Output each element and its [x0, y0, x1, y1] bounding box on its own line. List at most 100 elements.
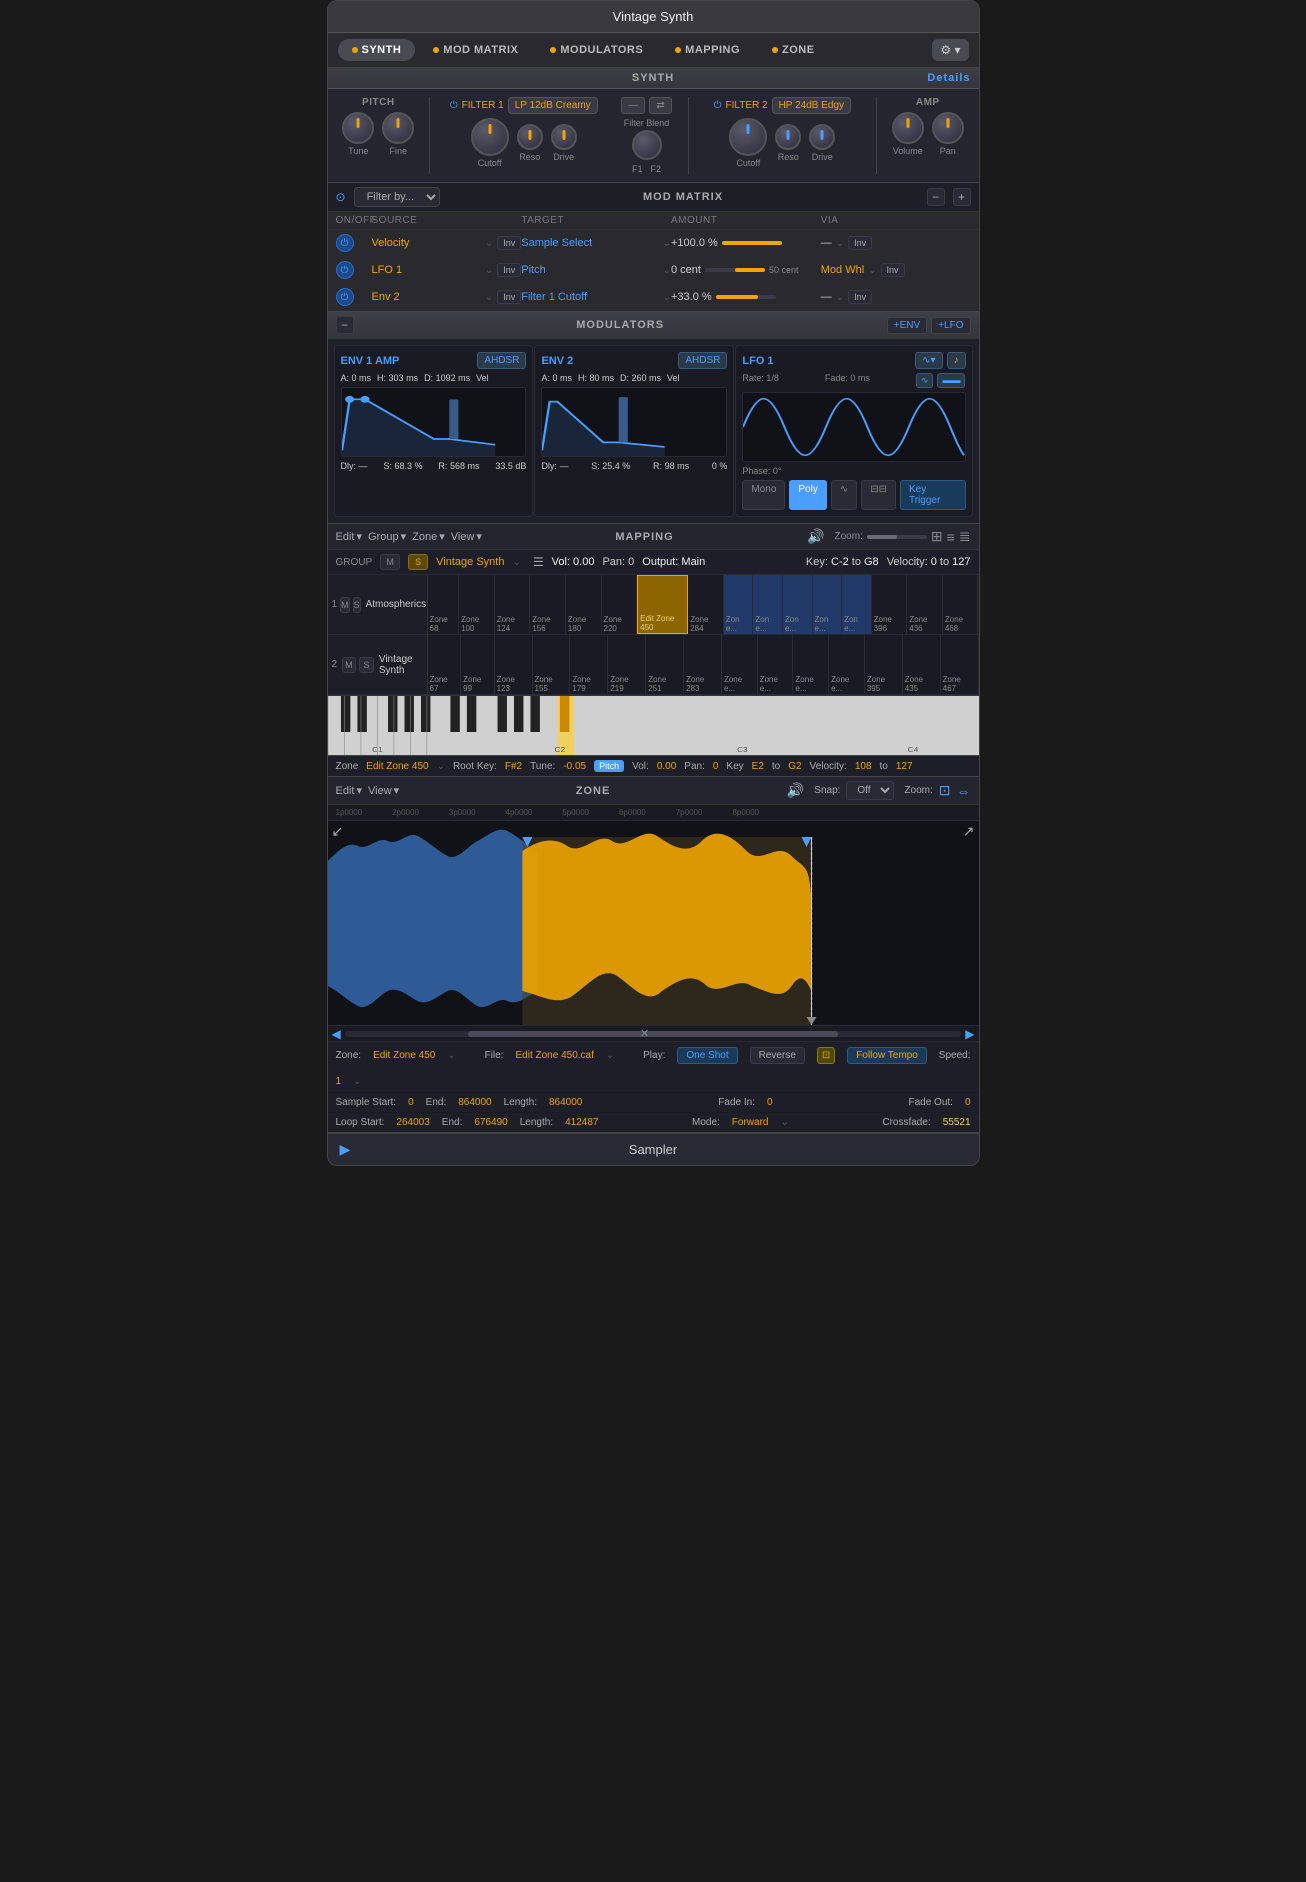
zone-2r-4[interactable]: Zone e... [829, 635, 865, 694]
mod-row-1-source[interactable]: LFO 1 [372, 264, 481, 276]
lfo1-mono-btn[interactable]: Mono [742, 480, 785, 510]
group1-s-btn[interactable]: S [353, 597, 361, 613]
loop-start-val[interactable]: 264003 [396, 1117, 429, 1128]
zone-155[interactable]: Zone 155 [533, 635, 571, 694]
zone-2r-1[interactable]: Zone e... [722, 635, 758, 694]
zone-99[interactable]: Zone 99 [461, 635, 495, 694]
sample-end-val[interactable]: 864000 [458, 1097, 491, 1108]
mapping-zone-btn[interactable]: Zone ▾ [412, 530, 445, 543]
group1-m-btn[interactable]: M [340, 597, 350, 613]
zone-156[interactable]: Zone 156 [530, 575, 566, 634]
mod-row-1-inv-via[interactable]: Inv [881, 263, 905, 277]
filter1-power-icon[interactable]: ⏻ [450, 100, 458, 111]
mod-row-2-inv-via[interactable]: Inv [848, 290, 872, 304]
bottom-play-icon[interactable]: ▶ [340, 1141, 351, 1158]
settings-button[interactable]: ⚙ ▾ [932, 39, 968, 61]
zone-view-btn[interactable]: View ▾ [368, 784, 399, 797]
zone-zoom-expand-icon[interactable]: ⇔ [957, 783, 971, 799]
mod-row-2-source[interactable]: Env 2 [372, 291, 481, 303]
nav-tab-mod-matrix[interactable]: MOD MATRIX [419, 39, 532, 61]
zone-info-zone-val[interactable]: Edit Zone 450 [373, 1050, 435, 1061]
scroll-left-btn[interactable]: ◀ [332, 1027, 341, 1041]
filter2-cutoff-knob[interactable] [729, 118, 767, 156]
follow-tempo-icon-btn[interactable]: ⊡ [817, 1047, 835, 1064]
zone-2r-2[interactable]: Zone e... [758, 635, 794, 694]
lfo1-poly-btn[interactable]: Poly [789, 480, 826, 510]
mapping-speaker-icon[interactable]: 🔊 [807, 528, 824, 545]
lfo1-key-trigger-btn[interactable]: Key Trigger [900, 480, 966, 510]
modulators-minus[interactable]: − [336, 316, 354, 334]
loop-end-val[interactable]: 676490 [474, 1117, 507, 1128]
lfo1-note-btn[interactable]: ♪ [947, 352, 966, 369]
zone-play-btn[interactable]: One Shot [677, 1047, 737, 1064]
nav-tab-synth[interactable]: SYNTH [338, 39, 416, 61]
zone-pan-val[interactable]: 0 [713, 761, 719, 772]
scrollbar-thumb[interactable] [468, 1031, 838, 1037]
mod-row-0-inv-via[interactable]: Inv [848, 236, 872, 250]
zone-123[interactable]: Zone 123 [495, 635, 533, 694]
zone-436[interactable]: Zone 436 [907, 575, 943, 634]
fade-out-val[interactable]: 0 [965, 1097, 971, 1108]
zone-396[interactable]: Zone 396 [872, 575, 908, 634]
blend-btn-1[interactable]: — [621, 97, 645, 114]
add-lfo-button[interactable]: +LFO [931, 317, 970, 334]
env1-type-btn[interactable]: AHDSR [477, 352, 526, 369]
zone-zon-3[interactable]: Zon e... [783, 575, 813, 634]
tune-knob[interactable] [342, 112, 374, 144]
crossfade-val[interactable]: 55521 [943, 1117, 971, 1128]
zone-edit-name[interactable]: Edit Zone 450 [366, 761, 428, 772]
filter2-reso-knob[interactable] [775, 124, 801, 150]
filter1-type[interactable]: LP 12dB Creamy [508, 97, 598, 114]
mapping-output[interactable]: Output: Main [642, 556, 705, 568]
zone-speaker-icon[interactable]: 🔊 [787, 782, 804, 799]
filter2-power-icon[interactable]: ⏻ [714, 100, 722, 111]
sample-start-val[interactable]: 0 [408, 1097, 414, 1108]
mod-row-0-source[interactable]: Velocity [372, 237, 481, 249]
zone-edit-btn[interactable]: Edit ▾ [336, 784, 363, 797]
nav-tab-zone[interactable]: ZONE [758, 39, 829, 61]
mapping-group-btn[interactable]: Group ▾ [368, 530, 406, 543]
mod-row-1-slider[interactable] [705, 268, 765, 272]
mod-row-1-inv-source[interactable]: Inv [497, 263, 521, 277]
zone-speed-val[interactable]: 1 [336, 1076, 342, 1087]
zone-100[interactable]: Zone 100 [459, 575, 495, 634]
scrollbar-track[interactable] [345, 1031, 962, 1037]
zone-180[interactable]: Zone 180 [566, 575, 602, 634]
mod-row-0-power[interactable]: ⏻ [336, 234, 354, 252]
zone-zon-5[interactable]: Zon e... [842, 575, 872, 634]
lfo1-glide-btn[interactable]: ∿ [831, 480, 857, 510]
zone-467[interactable]: Zone 467 [941, 635, 979, 694]
mapping-m-btn[interactable]: M [380, 554, 400, 570]
mapping-group-name[interactable]: Vintage Synth [436, 556, 504, 568]
zone-450-selected[interactable]: Edit Zone 450 [637, 575, 688, 634]
mod-row-0-inv-source[interactable]: Inv [497, 236, 521, 250]
scroll-right-btn[interactable]: ▶ [965, 1027, 974, 1041]
blend-btn-2[interactable]: ⇄ [649, 97, 671, 114]
zone-435[interactable]: Zone 435 [903, 635, 941, 694]
filter-blend-knob[interactable] [632, 130, 662, 160]
mod-row-2-target[interactable]: Filter 1 Cutoff [521, 291, 658, 303]
lfo1-retrig-btn[interactable]: ⊟⊟ [861, 480, 896, 510]
zone-vel-to[interactable]: 127 [896, 761, 913, 772]
mod-matrix-minus[interactable]: − [927, 188, 945, 206]
zone-snap-select[interactable]: Off [846, 781, 894, 800]
mapping-view-icon-1[interactable]: ⊞ [931, 528, 943, 545]
zone-468[interactable]: Zone 468 [943, 575, 979, 634]
zone-395[interactable]: Zone 395 [865, 635, 903, 694]
zone-zon-2[interactable]: Zon e... [753, 575, 783, 634]
lfo1-wave-btn2[interactable]: ▬▬ [937, 373, 965, 388]
zone-2r-3[interactable]: Zone e... [793, 635, 829, 694]
details-button[interactable]: Details [927, 72, 970, 84]
mode-val[interactable]: Forward [732, 1117, 769, 1128]
zone-zon-1[interactable]: Zon e... [724, 575, 754, 634]
zone-251[interactable]: Zone 251 [646, 635, 684, 694]
fine-knob[interactable] [382, 112, 414, 144]
add-env-button[interactable]: +ENV [887, 317, 927, 334]
nav-tab-mapping[interactable]: MAPPING [661, 39, 754, 61]
nav-tab-modulators[interactable]: MODULATORS [536, 39, 657, 61]
loop-length-val[interactable]: 412487 [565, 1117, 598, 1128]
group2-m-btn[interactable]: M [342, 657, 357, 673]
waveform-top-left-arrow[interactable]: ↙ [332, 823, 344, 840]
zone-124[interactable]: Zone 124 [495, 575, 531, 634]
filter1-cutoff-knob[interactable] [471, 118, 509, 156]
